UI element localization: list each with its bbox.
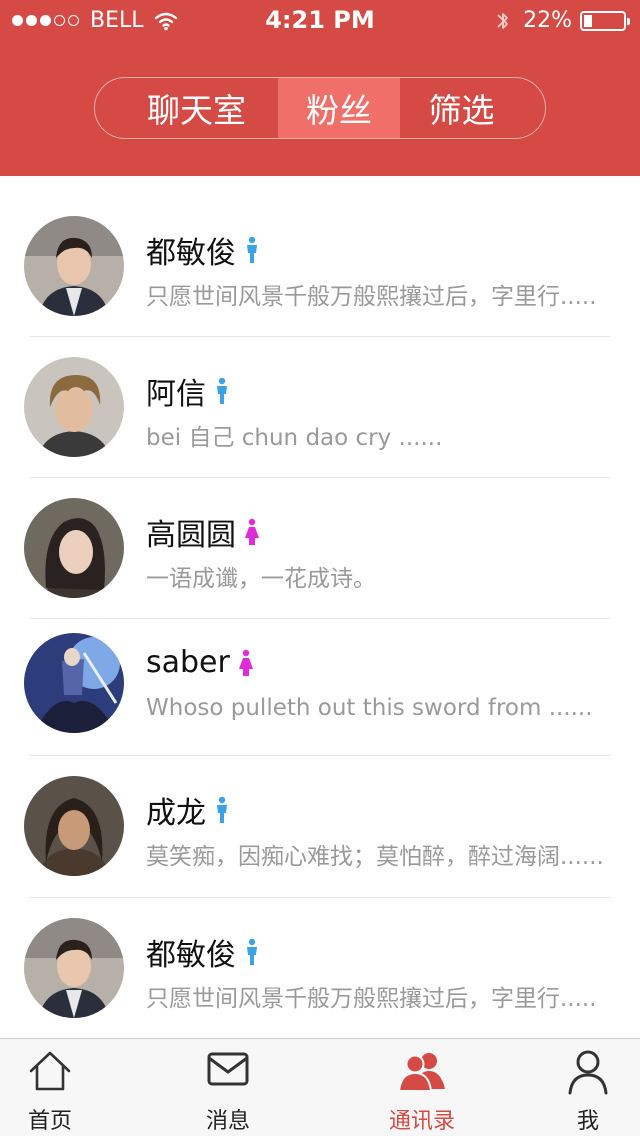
header: BELL 4:21 PM 22% 聊天室 粉丝 筛选: [0, 0, 640, 176]
list-item[interactable]: 都敏俊 只愿世间风景千般万般熙攘过后，字里行.....: [0, 176, 640, 337]
home-icon: [29, 1051, 71, 1091]
male-icon: [217, 377, 227, 404]
male-icon: [247, 236, 257, 263]
segmented-control: 聊天室 粉丝 筛选: [94, 77, 546, 139]
mail-icon: [207, 1052, 249, 1086]
tab-me[interactable]: 我: [538, 1039, 638, 1136]
contact-signature: 莫笑痴，因痴心难找；莫怕醉，醉过海阔......: [146, 844, 604, 870]
avatar: [24, 357, 124, 457]
name-line: 都敏俊: [146, 228, 260, 272]
list-item[interactable]: 阿信 bei 自己 chun dao cry ......: [0, 337, 640, 478]
list-item[interactable]: 高圆圆 一语成谶，一花成诗。: [0, 478, 640, 619]
list-item[interactable]: 都敏俊 只愿世间风景千般万般熙攘过后，字里行.....: [0, 898, 640, 1038]
contact-name: 都敏俊: [146, 236, 236, 271]
contact-signature: 一语成谶，一花成诗。: [146, 566, 376, 592]
list-item[interactable]: 成龙 莫笑痴，因痴心难找；莫怕醉，醉过海阔......: [0, 756, 640, 898]
contact-signature: 只愿世间风景千般万般熙攘过后，字里行.....: [146, 284, 597, 310]
bluetooth-icon: [497, 12, 508, 29]
user-icon: [568, 1050, 608, 1095]
contacts-icon: [397, 1053, 445, 1092]
tab-messages[interactable]: 消息: [178, 1039, 278, 1136]
contact-signature: Whoso pulleth out this sword from ......: [146, 695, 593, 721]
battery-percent: 22%: [523, 8, 572, 33]
contact-name: 成龙: [146, 796, 206, 831]
name-line: 阿信: [146, 369, 230, 413]
status-bar: BELL 4:21 PM 22%: [0, 0, 640, 40]
male-icon: [247, 938, 257, 965]
name-line: 都敏俊: [146, 930, 260, 974]
tab-messages-label: 消息: [205, 1109, 250, 1134]
male-icon: [217, 796, 227, 823]
avatar: [24, 918, 124, 1018]
avatar: [24, 216, 124, 316]
battery-fill: [584, 14, 592, 27]
name-line: 成龙: [146, 788, 230, 832]
contact-list: 都敏俊 只愿世间风景千般万般熙攘过后，字里行..... 阿信 bei 自己 ch…: [0, 176, 640, 1038]
tab-me-label: 我: [576, 1109, 599, 1134]
battery-icon: [580, 10, 630, 31]
tab-bar: 首页 消息 通讯录 我: [0, 1038, 640, 1136]
avatar: [24, 498, 124, 598]
female-icon: [245, 518, 259, 545]
contact-name: saber: [146, 645, 230, 680]
tab-home[interactable]: 首页: [0, 1039, 100, 1136]
contact-signature: bei 自己 chun dao cry ......: [146, 425, 443, 451]
tab-contacts[interactable]: 通讯录: [372, 1039, 472, 1136]
female-icon: [238, 649, 253, 676]
name-line: 高圆圆: [146, 510, 260, 554]
tab-contacts-label: 通讯录: [388, 1109, 455, 1134]
tab-home-label: 首页: [27, 1109, 72, 1134]
segment-filter[interactable]: 筛选: [400, 78, 545, 138]
name-line: saber: [146, 645, 254, 680]
status-right: 22%: [495, 8, 630, 33]
list-item[interactable]: saber Whoso pulleth out this sword from …: [0, 619, 640, 760]
contact-signature: 只愿世间风景千般万般熙攘过后，字里行.....: [146, 986, 597, 1012]
avatar: [24, 633, 124, 733]
contact-name: 阿信: [146, 377, 206, 412]
segment-chatroom[interactable]: 聊天室: [95, 78, 278, 138]
contact-name: 高圆圆: [146, 518, 236, 553]
contact-name: 都敏俊: [146, 938, 236, 973]
segment-fans[interactable]: 粉丝: [278, 78, 400, 138]
avatar: [24, 776, 124, 876]
